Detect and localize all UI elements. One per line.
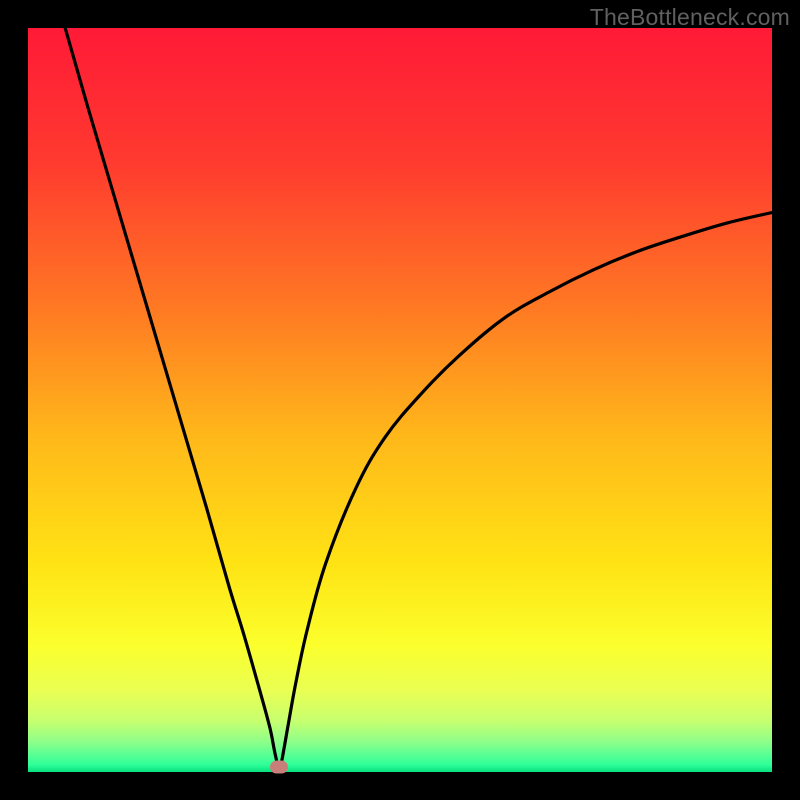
gradient-background [28,28,772,772]
watermark-text: TheBottleneck.com [590,4,790,31]
chart-frame: TheBottleneck.com [0,0,800,800]
plot-area [28,28,772,772]
optimum-marker [270,760,288,773]
